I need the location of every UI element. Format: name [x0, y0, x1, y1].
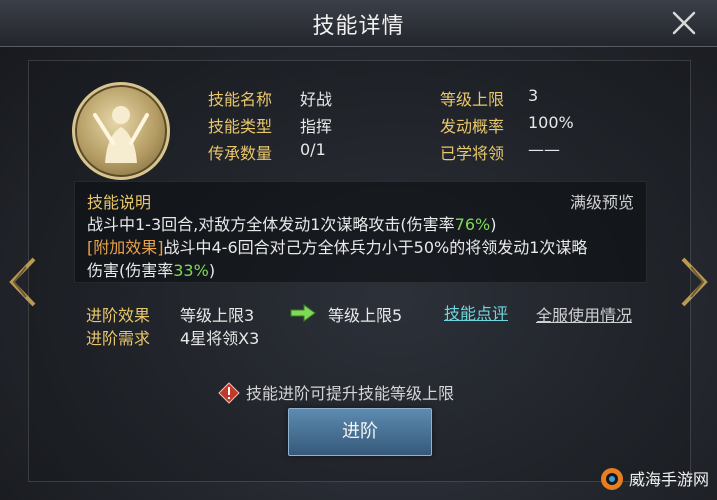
- description-line-1: 战斗中1-3回合,对敌方全体发动1次谋略攻击(伤害率76%): [87, 215, 497, 234]
- watermark-logo-icon: [599, 466, 625, 492]
- prev-arrow-icon[interactable]: [4, 255, 40, 309]
- watermark: 威海手游网: [599, 466, 709, 492]
- inherit-count-label: 传承数量: [208, 144, 273, 163]
- description-title: 技能说明: [87, 193, 152, 212]
- skill-description-box: 技能说明 满级预览 战斗中1-3回合,对敌方全体发动1次谋略攻击(伤害率76%)…: [74, 181, 647, 283]
- damage-rate-value: 76%: [454, 215, 491, 234]
- extra-effect-tag: [附加效果]: [87, 238, 164, 257]
- skill-review-link[interactable]: 技能点评: [444, 300, 508, 324]
- warning-icon: [218, 382, 240, 404]
- description-line-3: 伤害(伤害率33%): [87, 261, 216, 280]
- trigger-rate-value: 100%: [528, 113, 574, 132]
- extra-damage-rate-value: 33%: [173, 261, 209, 280]
- trigger-rate-label: 发动概率: [440, 117, 505, 136]
- max-level-preview-link[interactable]: 满级预览: [570, 189, 634, 213]
- learned-generals-label: 已学将领: [440, 144, 505, 163]
- next-arrow-icon[interactable]: [677, 255, 713, 309]
- advance-button[interactable]: 进阶: [288, 408, 432, 456]
- skill-name-label: 技能名称: [208, 90, 273, 109]
- advance-warning: 技能进阶可提升技能等级上限: [218, 380, 454, 404]
- description-line-2: [附加效果]战斗中4-6回合对己方全体兵力小于50%的将领发动1次谋略: [87, 238, 588, 257]
- skill-portrait-icon: [72, 82, 170, 180]
- inherit-count-value: 0/1: [300, 140, 326, 159]
- advance-requirement-label: 进阶需求: [86, 329, 151, 348]
- skill-type-value: 指挥: [300, 117, 333, 136]
- page-title: 技能详情: [312, 14, 405, 39]
- advance-effect-from: 等级上限3: [180, 306, 255, 325]
- close-icon[interactable]: [669, 8, 699, 38]
- title-bar: 技能详情: [0, 0, 717, 47]
- skill-name-value: 好战: [300, 90, 333, 109]
- advance-effect-label: 进阶效果: [86, 306, 151, 325]
- arrow-right-icon: [290, 304, 316, 326]
- level-cap-label: 等级上限: [440, 90, 505, 109]
- skill-type-label: 技能类型: [208, 117, 273, 136]
- learned-generals-value: ——: [528, 140, 560, 159]
- advance-effect-to: 等级上限5: [328, 306, 403, 325]
- level-cap-value: 3: [528, 86, 539, 105]
- advance-requirement-value: 4星将领X3: [180, 329, 260, 348]
- server-usage-link[interactable]: 全服使用情况: [536, 302, 632, 326]
